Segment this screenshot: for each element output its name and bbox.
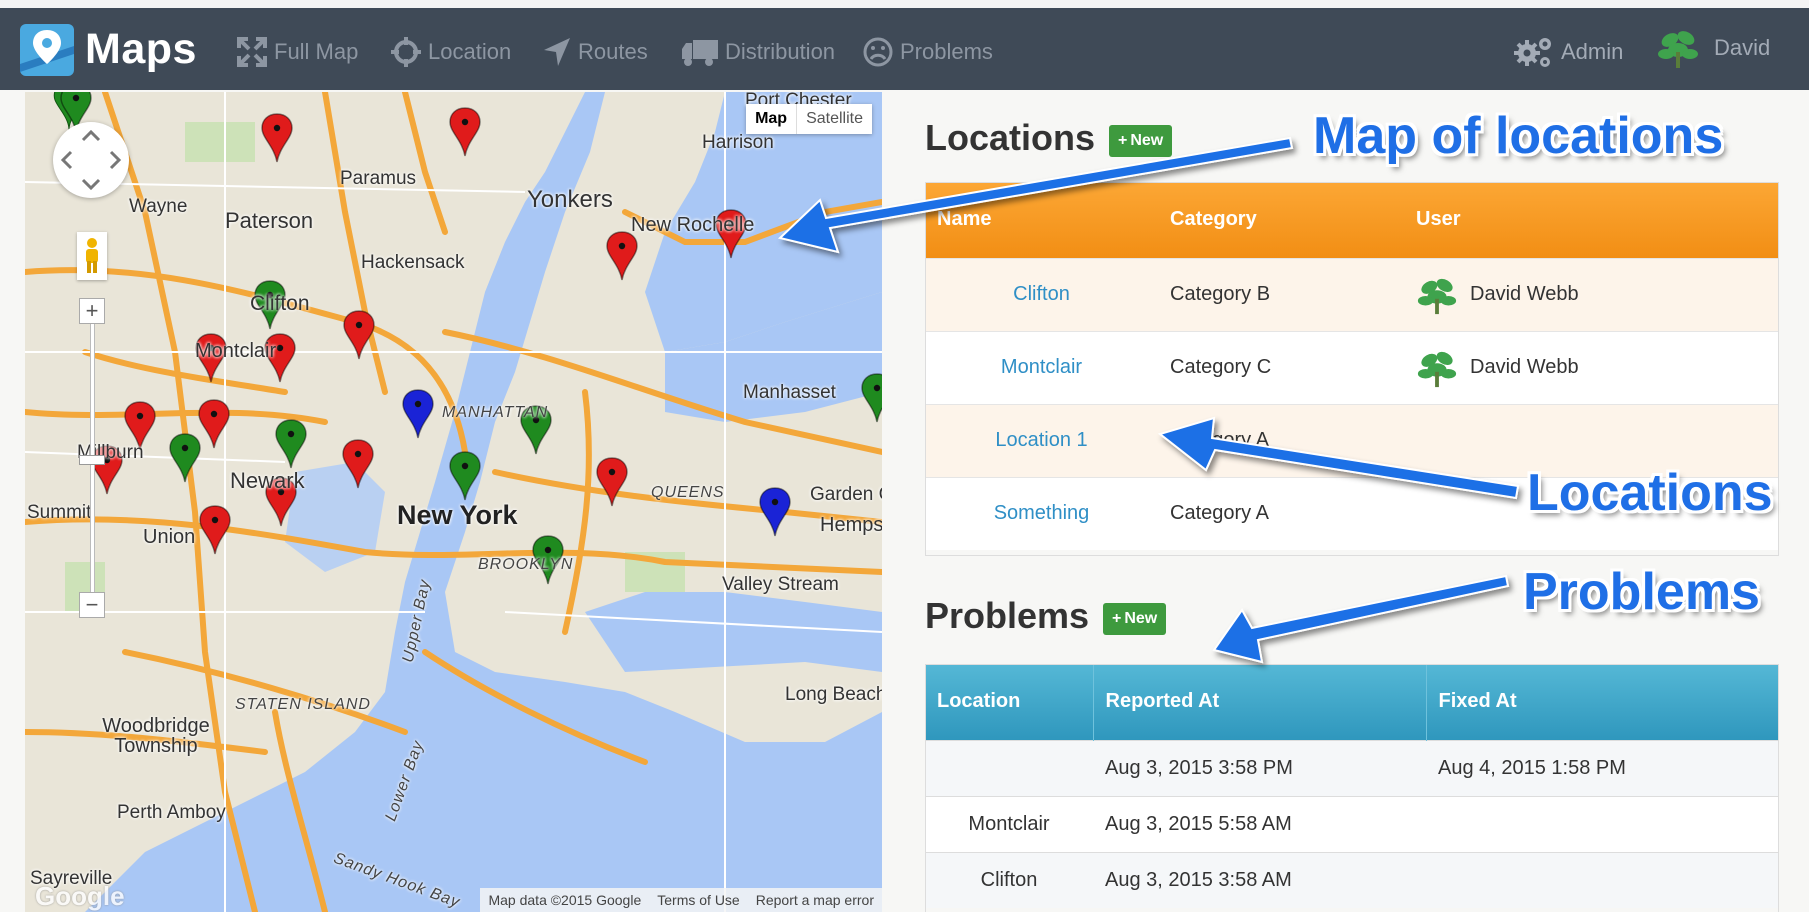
nav-full-map-label: Full Map bbox=[274, 39, 359, 64]
map-marker-red[interactable] bbox=[605, 230, 639, 282]
map-label-staten-island: STATEN ISLAND bbox=[235, 696, 371, 713]
new-problem-button[interactable]: + New bbox=[1103, 603, 1167, 635]
map-label-manhattan: MANHATTAN bbox=[442, 404, 549, 421]
nav-user-label: David bbox=[1714, 35, 1771, 60]
map-view[interactable]: Port Chester Harrison Paramus Yonkers Wa… bbox=[25, 92, 882, 912]
map-marker-green[interactable] bbox=[448, 450, 482, 502]
map-label-paterson: Paterson bbox=[225, 208, 314, 233]
nav-user[interactable]: David bbox=[1656, 28, 1770, 68]
frown-icon bbox=[863, 37, 893, 67]
map-label-queens: QUEENS bbox=[651, 484, 725, 501]
map-label-hackensack: Hackensack bbox=[361, 252, 465, 273]
nav-location-label: Location bbox=[428, 39, 512, 64]
map-marker-blue[interactable] bbox=[758, 486, 792, 538]
nav-full-map[interactable]: Full Map bbox=[236, 32, 358, 72]
map-label-new-york: New York bbox=[397, 500, 518, 530]
street-view-pegman-icon[interactable] bbox=[77, 232, 107, 280]
nav-admin[interactable]: Admin bbox=[1513, 32, 1623, 72]
map-label-union: Union bbox=[143, 526, 196, 548]
map-label-paramus: Paramus bbox=[340, 168, 417, 189]
plus-icon: + bbox=[1118, 132, 1128, 149]
nav-admin-label: Admin bbox=[1561, 39, 1624, 64]
nav-routes-label: Routes bbox=[578, 39, 648, 64]
map-marker-red[interactable] bbox=[448, 106, 482, 158]
map-label-new-rochelle: New Rochelle bbox=[631, 214, 755, 236]
map-label-newark: Newark bbox=[230, 468, 305, 493]
avatar bbox=[1658, 31, 1698, 68]
map-marker-green[interactable] bbox=[274, 418, 308, 470]
map-label-woodbridge: Woodbridge Township bbox=[102, 715, 210, 757]
map-label-montclair: Montclair bbox=[195, 340, 277, 362]
map-marker-green[interactable] bbox=[168, 432, 202, 484]
map-marker-red[interactable] bbox=[197, 398, 231, 450]
map-label-summit: Summit bbox=[27, 502, 92, 523]
nav-routes[interactable]: Routes bbox=[542, 32, 648, 72]
new-location-label: New bbox=[1130, 132, 1164, 149]
map-marker-red[interactable] bbox=[341, 438, 375, 490]
nav-location[interactable]: Location bbox=[390, 32, 511, 72]
map-marker-red[interactable] bbox=[198, 504, 232, 556]
map-label-long-beach: Long Beach bbox=[785, 684, 882, 705]
problems-table-border bbox=[925, 664, 1779, 912]
new-problem-label: New bbox=[1124, 610, 1158, 627]
nav-distribution[interactable]: Distribution bbox=[681, 32, 835, 72]
maps-logo-icon[interactable] bbox=[20, 24, 74, 76]
map-label-clifton: Clifton bbox=[250, 292, 310, 315]
nav-problems[interactable]: Problems bbox=[862, 32, 993, 72]
locations-title: Locations bbox=[925, 117, 1096, 158]
window-top-strip bbox=[0, 0, 1809, 8]
map-attribution: Map data ©2015 Google Terms of Use Repor… bbox=[480, 888, 882, 912]
report-map-error-link[interactable]: Report a map error bbox=[748, 888, 882, 912]
map-marker-blue[interactable] bbox=[401, 388, 435, 440]
callout-locations: Locations bbox=[1527, 464, 1773, 522]
map-type-control: Map Satellite bbox=[746, 104, 872, 134]
callout-problems: Problems bbox=[1523, 563, 1760, 621]
map-label-manhasset: Manhasset bbox=[743, 382, 836, 403]
expand-icon bbox=[237, 37, 267, 67]
map-label-garden-city: Garden City bbox=[810, 484, 882, 505]
crosshair-icon bbox=[391, 37, 421, 67]
map-label-brooklyn: BROOKLYN bbox=[478, 556, 574, 573]
app-name[interactable]: Maps bbox=[85, 25, 197, 74]
zoom-in-button[interactable]: + bbox=[79, 298, 105, 324]
map-label-hempstead: Hempstead bbox=[820, 514, 882, 536]
callout-map-of-locations: Map of locations bbox=[1313, 107, 1724, 165]
truck-icon bbox=[682, 40, 718, 66]
map-marker-red[interactable] bbox=[595, 456, 629, 508]
google-logo: Google bbox=[35, 881, 125, 911]
plus-icon: + bbox=[1112, 610, 1122, 627]
pan-arrows-icon bbox=[60, 129, 122, 191]
map-marker-red[interactable] bbox=[342, 309, 376, 361]
gears-icon bbox=[1514, 38, 1551, 67]
terms-of-use-link[interactable]: Terms of Use bbox=[649, 888, 747, 912]
map-label-harrison: Harrison bbox=[702, 132, 774, 153]
zoom-slider-handle[interactable] bbox=[79, 455, 105, 465]
map-label-perth-amboy: Perth Amboy bbox=[117, 802, 226, 823]
problems-title: Problems bbox=[925, 595, 1090, 636]
zoom-out-button[interactable]: − bbox=[79, 592, 105, 618]
map-type-satellite-button[interactable]: Satellite bbox=[797, 104, 872, 134]
nav-problems-label: Problems bbox=[900, 39, 993, 64]
new-location-button[interactable]: + New bbox=[1109, 125, 1173, 157]
map-data-text: Map data ©2015 Google bbox=[488, 892, 642, 908]
map-marker-red[interactable] bbox=[260, 112, 294, 164]
pan-control[interactable] bbox=[53, 122, 129, 198]
navbar: Maps Full Map Location Routes Distributi… bbox=[0, 8, 1809, 90]
arrow-to-problems bbox=[1212, 574, 1510, 664]
nav-distribution-label: Distribution bbox=[725, 39, 836, 64]
map-label-yonkers: Yonkers bbox=[527, 186, 613, 213]
location-arrow-icon bbox=[544, 38, 570, 66]
map-type-map-button[interactable]: Map bbox=[746, 104, 798, 134]
map-label-wayne: Wayne bbox=[129, 196, 188, 217]
map-label-valley-stream: Valley Stream bbox=[722, 574, 839, 595]
map-marker-green[interactable] bbox=[860, 372, 882, 424]
